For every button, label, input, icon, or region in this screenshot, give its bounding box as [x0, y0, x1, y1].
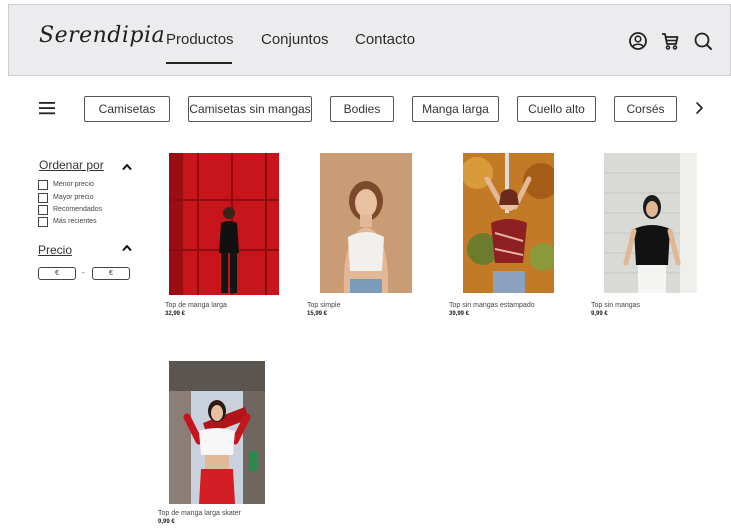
product-price: 9,99 € [158, 519, 175, 525]
product-image[interactable] [604, 153, 697, 293]
product-card[interactable]: Top de manga larga skater 9,99 € [158, 361, 268, 531]
search-icon[interactable] [692, 30, 714, 52]
checkbox[interactable] [38, 192, 48, 203]
checkbox[interactable] [38, 179, 48, 190]
chevron-up-icon[interactable] [121, 162, 133, 172]
category-chip[interactable]: Manga larga [412, 96, 499, 122]
sort-option-label: Menor precio [53, 181, 94, 188]
category-chip[interactable]: Cuello alto [517, 96, 596, 122]
product-card[interactable]: Top sin mangas estampado 39,99 € [449, 153, 559, 323]
product-card[interactable]: Top de manga larga 32,99 € [165, 153, 280, 323]
checkbox[interactable] [38, 204, 48, 215]
price-separator: - [82, 268, 85, 277]
product-card[interactable]: Top sin mangas 9,99 € [591, 153, 701, 323]
product-card[interactable]: Top simple 15,99 € [307, 153, 417, 323]
product-name[interactable]: Top simple [307, 302, 340, 309]
category-chip[interactable]: Camisetas sin mangas [188, 96, 312, 122]
product-image[interactable] [169, 153, 279, 295]
price-filter-title[interactable]: Precio [38, 243, 72, 257]
product-name[interactable]: Top sin mangas estampado [449, 302, 535, 309]
sort-option[interactable]: Recomendados [38, 204, 102, 215]
sort-filter-title[interactable]: Ordenar por [39, 158, 104, 172]
checkbox[interactable] [38, 216, 48, 227]
price-max-input[interactable]: € [92, 267, 130, 280]
nav-productos[interactable]: Productos [166, 31, 234, 48]
category-chip[interactable]: Bodies [330, 96, 394, 122]
sort-option[interactable]: Menor precio [38, 179, 94, 190]
product-price: 39,99 € [449, 311, 470, 317]
chevron-right-icon[interactable] [692, 100, 706, 116]
product-image[interactable] [169, 361, 265, 504]
sort-option[interactable]: Más recientes [38, 216, 97, 227]
brand-logo[interactable]: Serendipia [39, 23, 165, 48]
nav-conjuntos[interactable]: Conjuntos [261, 31, 329, 48]
category-chip[interactable]: Camisetas [84, 96, 170, 122]
sort-option-label: Mayor precio [53, 194, 94, 201]
product-price: 15,99 € [307, 311, 328, 317]
site-header: Serendipia Productos Conjuntos Contacto [8, 4, 731, 76]
product-image[interactable] [463, 153, 554, 293]
product-name[interactable]: Top sin mangas [591, 302, 640, 309]
product-price: 32,99 € [165, 311, 186, 317]
sort-option-label: Más recientes [53, 218, 97, 225]
hamburger-menu-icon[interactable] [38, 100, 56, 116]
category-chip[interactable]: Corsés [614, 96, 677, 122]
product-image[interactable] [320, 153, 412, 293]
nav-active-indicator [166, 62, 232, 64]
cart-icon[interactable] [659, 30, 681, 52]
account-icon[interactable] [627, 30, 649, 52]
product-name[interactable]: Top de manga larga [165, 302, 227, 309]
price-min-input[interactable]: € [38, 267, 76, 280]
chevron-up-icon[interactable] [121, 243, 133, 253]
nav-contacto[interactable]: Contacto [355, 31, 415, 48]
sort-option[interactable]: Mayor precio [38, 192, 93, 203]
product-name[interactable]: Top de manga larga skater [158, 510, 241, 517]
sort-option-label: Recomendados [53, 206, 103, 213]
product-price: 9,99 € [591, 311, 608, 317]
